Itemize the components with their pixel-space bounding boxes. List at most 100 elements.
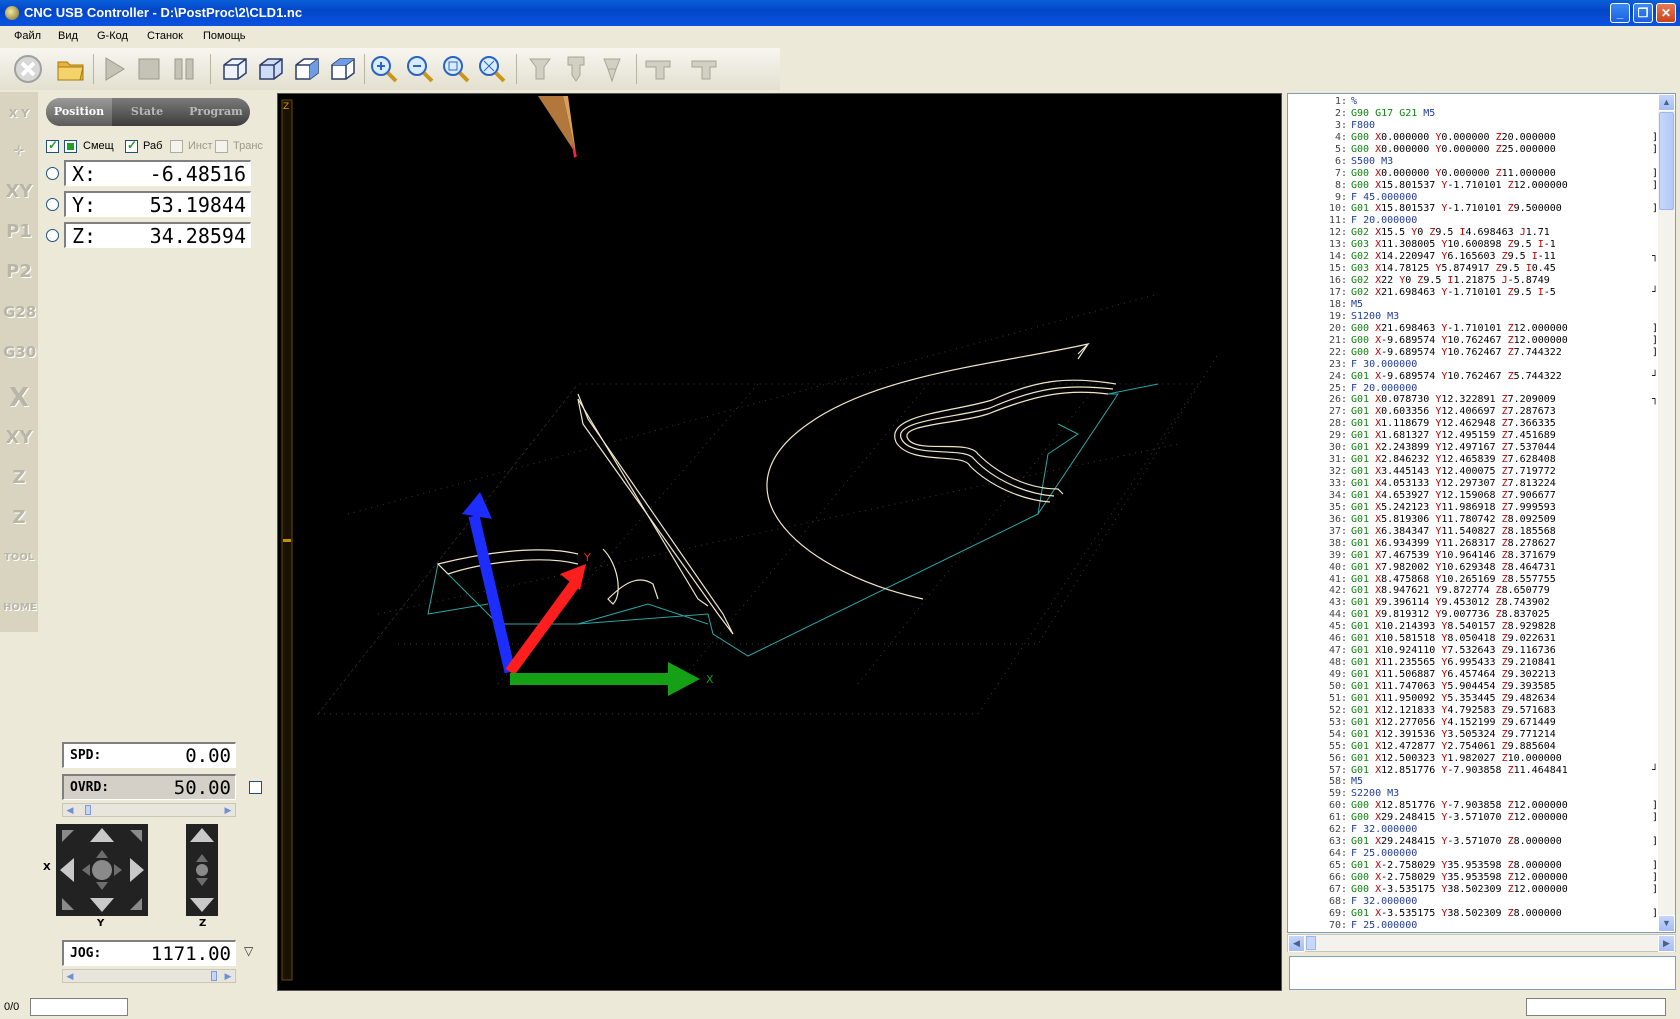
gcode-line[interactable]: 70: F 25.000000 (1288, 920, 1658, 932)
zoom-window-icon[interactable] (476, 53, 508, 85)
view-iso-icon[interactable] (326, 53, 358, 85)
gcode-line[interactable]: 45: G01 X10.214393 Y8.540157 Z8.929828 (1288, 621, 1658, 633)
x-icon[interactable]: X (3, 382, 35, 414)
gcode-line[interactable]: 8: G00 X15.801537 Y-1.710101 Z12.000000] (1288, 180, 1658, 192)
p1-icon[interactable]: P1 (3, 216, 35, 248)
trans-checkbox[interactable] (215, 140, 228, 153)
gcode-line[interactable]: 43: G01 X9.396114 Y9.453012 Z8.743902 (1288, 597, 1658, 609)
g30-icon[interactable]: G30 (3, 336, 36, 368)
gcode-line[interactable]: 12: G02 X15.5 Y0 Z9.5 I4.698463 J1.71 (1288, 227, 1658, 239)
gcode-line[interactable]: 52: G01 X12.121833 Y4.792583 Z9.571683 (1288, 705, 1658, 717)
gcode-line[interactable]: 58: M5 (1288, 776, 1658, 788)
gcode-line[interactable]: 42: G01 X8.947621 Y9.872774 Z8.650779 (1288, 585, 1658, 597)
gcode-line[interactable]: 20: G00 X21.698463 Y-1.710101 Z12.000000] (1288, 323, 1658, 335)
gcode-line[interactable]: 14: G02 X14.220947 Y6.165603 Z9.5 I-11 ┐ (1288, 251, 1658, 263)
gcode-line[interactable]: 29: G01 X1.681327 Y12.495159 Z7.451689 (1288, 430, 1658, 442)
slider-left-arrow[interactable]: ◀ (64, 805, 76, 815)
gcode-line[interactable]: 26: G01 X0.078730 Y12.322891 Z7.209009 ┐ (1288, 394, 1658, 406)
gcode-line[interactable]: 61: G00 X29.248415 Y-3.571070 Z12.000000] (1288, 812, 1658, 824)
gcode-line[interactable]: 46: G01 X10.581518 Y8.050418 Z9.022631 (1288, 633, 1658, 645)
gcode-line[interactable]: 18: M5 (1288, 299, 1658, 311)
gcode-line[interactable]: 1:% (1288, 96, 1658, 108)
scroll-left-button[interactable]: ◀ (1288, 935, 1305, 952)
tab-state[interactable]: State (114, 98, 180, 126)
vertical-scrollbar[interactable]: ▲ ▼ (1658, 94, 1675, 932)
gcode-line[interactable]: 41: G01 X8.475868 Y10.265169 Z8.557755 (1288, 574, 1658, 586)
gcode-line[interactable]: 56: G01 X12.500323 Y1.982027 Z10.000000 (1288, 753, 1658, 765)
slider-left-arrow[interactable]: ◀ (64, 971, 76, 981)
view-3d-icon[interactable] (218, 53, 250, 85)
stop-square-icon[interactable] (133, 53, 165, 85)
hscroll-thumb[interactable] (1306, 936, 1316, 950)
tab-position[interactable]: Position (46, 98, 112, 126)
xy-zero-icon[interactable]: XY (3, 422, 35, 454)
gcode-line[interactable]: 9: F 45.000000 (1288, 192, 1658, 204)
gcode-line[interactable]: 21: G00 X-9.689574 Y10.762467 Z12.000000] (1288, 335, 1658, 347)
p2-icon[interactable]: P2 (3, 256, 35, 288)
gcode-line[interactable]: 44: G01 X9.819312 Y9.007736 Z8.837025 (1288, 609, 1658, 621)
gcode-line[interactable]: 2: G90 G17 G21 M5 (1288, 108, 1658, 120)
gcode-line[interactable]: 39: G01 X7.467539 Y10.964146 Z8.371679 (1288, 550, 1658, 562)
gcode-line[interactable]: 59: S2200 M3 (1288, 788, 1658, 800)
gcode-line[interactable]: 60: G00 X12.851776 Y-7.903858 Z12.000000] (1288, 800, 1658, 812)
gcode-line[interactable]: 6: S500 M3 (1288, 156, 1658, 168)
stop-icon[interactable] (12, 53, 44, 85)
gcode-line[interactable]: 16: G02 X22 Y0 Z9.5 I1.21875 J-5.8749 (1288, 275, 1658, 287)
gcode-line[interactable]: 22: G00 X-9.689574 Y10.762467 Z7.744322] (1288, 347, 1658, 359)
scroll-right-button[interactable]: ▶ (1658, 935, 1675, 952)
gcode-line[interactable]: 13: G03 X11.308005 Y10.600898 Z9.5 I-1 (1288, 239, 1658, 251)
gcode-line[interactable]: 51: G01 X11.950092 Y5.353445 Z9.482634 (1288, 693, 1658, 705)
gcode-line[interactable]: 17: G02 X21.698463 Y-1.710101 Z9.5 I-5 ┘ (1288, 287, 1658, 299)
xy-icon[interactable]: XY (3, 176, 35, 208)
gcode-line[interactable]: 57: G01 X12.851776 Y-7.903858 Z11.464841 ┘ (1288, 765, 1658, 777)
jog-xy-icon[interactable]: X Y (3, 98, 35, 130)
work-checkbox[interactable] (125, 138, 138, 153)
slider-thumb[interactable] (211, 971, 217, 981)
x-coord-display[interactable]: X: -6.48516 (64, 160, 251, 186)
gcode-line[interactable]: 37: G01 X6.384347 Y11.540827 Z8.185568 (1288, 526, 1658, 538)
gcode-line[interactable]: 50: G01 X11.747063 Y5.904454 Z9.393585 (1288, 681, 1658, 693)
menu-gcode[interactable]: G-Код (97, 30, 128, 42)
gcode-line[interactable]: 15: G03 X14.78125 Y5.874917 Z9.5 I0.45 (1288, 263, 1658, 275)
gcode-line[interactable]: 55: G01 X12.472877 Y2.754061 Z9.885604 (1288, 741, 1658, 753)
gcode-line[interactable]: 35: G01 X5.242123 Y11.986918 Z7.999593 (1288, 502, 1658, 514)
gcode-line[interactable]: 48: G01 X11.235565 Y6.995433 Z9.210841 (1288, 657, 1658, 669)
zoom-out-icon[interactable] (404, 53, 436, 85)
z-coord-display[interactable]: Z: 34.28594 (64, 222, 251, 248)
gcode-line[interactable]: 40: G01 X7.982002 Y10.629348 Z8.464731 (1288, 562, 1658, 574)
gcode-line[interactable]: 38: G01 X6.934399 Y11.268317 Z8.278627 (1288, 538, 1658, 550)
view-side-icon[interactable] (290, 53, 322, 85)
machine-icon[interactable] (642, 53, 674, 85)
open-folder-icon[interactable] (55, 53, 87, 85)
jog-dropdown-icon[interactable]: ▽ (244, 944, 253, 958)
machine2-icon[interactable] (688, 53, 720, 85)
jog-xy-pad[interactable] (56, 824, 148, 916)
z-icon[interactable]: Z (3, 462, 35, 494)
view-front-icon[interactable] (254, 53, 286, 85)
z-select-radio[interactable] (46, 229, 59, 242)
gcode-line[interactable]: 11: F 20.000000 (1288, 215, 1658, 227)
scroll-up-button[interactable]: ▲ (1658, 94, 1675, 111)
slider-right-arrow[interactable]: ▶ (222, 971, 234, 981)
scroll-down-button[interactable]: ▼ (1658, 915, 1675, 932)
home-icon[interactable]: HOME (3, 592, 37, 624)
override-checkbox[interactable] (249, 781, 262, 794)
g28-icon[interactable]: G28 (3, 296, 36, 328)
scroll-thumb[interactable] (1659, 112, 1674, 210)
tool-icon[interactable]: TOOL (3, 542, 35, 574)
gcode-line[interactable]: 31: G01 X2.846232 Y12.465839 Z7.628408 (1288, 454, 1658, 466)
zoom-fit-icon[interactable] (440, 53, 472, 85)
gcode-line[interactable]: 19: S1200 M3 (1288, 311, 1658, 323)
jog-slider[interactable]: ◀ ▶ (62, 969, 236, 983)
gcode-line[interactable]: 69: G01 X-3.535175 Y38.502309 Z8.000000] (1288, 908, 1658, 920)
gcode-line[interactable]: 54: G01 X12.391536 Y3.505324 Z9.771214 (1288, 729, 1658, 741)
z-probe-icon[interactable]: Z (3, 502, 35, 534)
gcode-line[interactable]: 36: G01 X5.819306 Y11.780742 Z8.092509 (1288, 514, 1658, 526)
toolpath-canvas[interactable]: Z X Y (278, 94, 1281, 990)
y-coord-display[interactable]: Y: 53.19844 (64, 191, 251, 217)
gcode-line[interactable]: 7: G00 X0.000000 Y0.000000 Z11.000000] (1288, 168, 1658, 180)
offset-checkbox[interactable] (46, 138, 59, 153)
gcode-line[interactable]: 4: G00 X0.000000 Y0.000000 Z20.000000] (1288, 132, 1658, 144)
gcode-line[interactable]: 47: G01 X10.924110 Y7.532643 Z9.116736 (1288, 645, 1658, 657)
slider-right-arrow[interactable]: ▶ (222, 805, 234, 815)
